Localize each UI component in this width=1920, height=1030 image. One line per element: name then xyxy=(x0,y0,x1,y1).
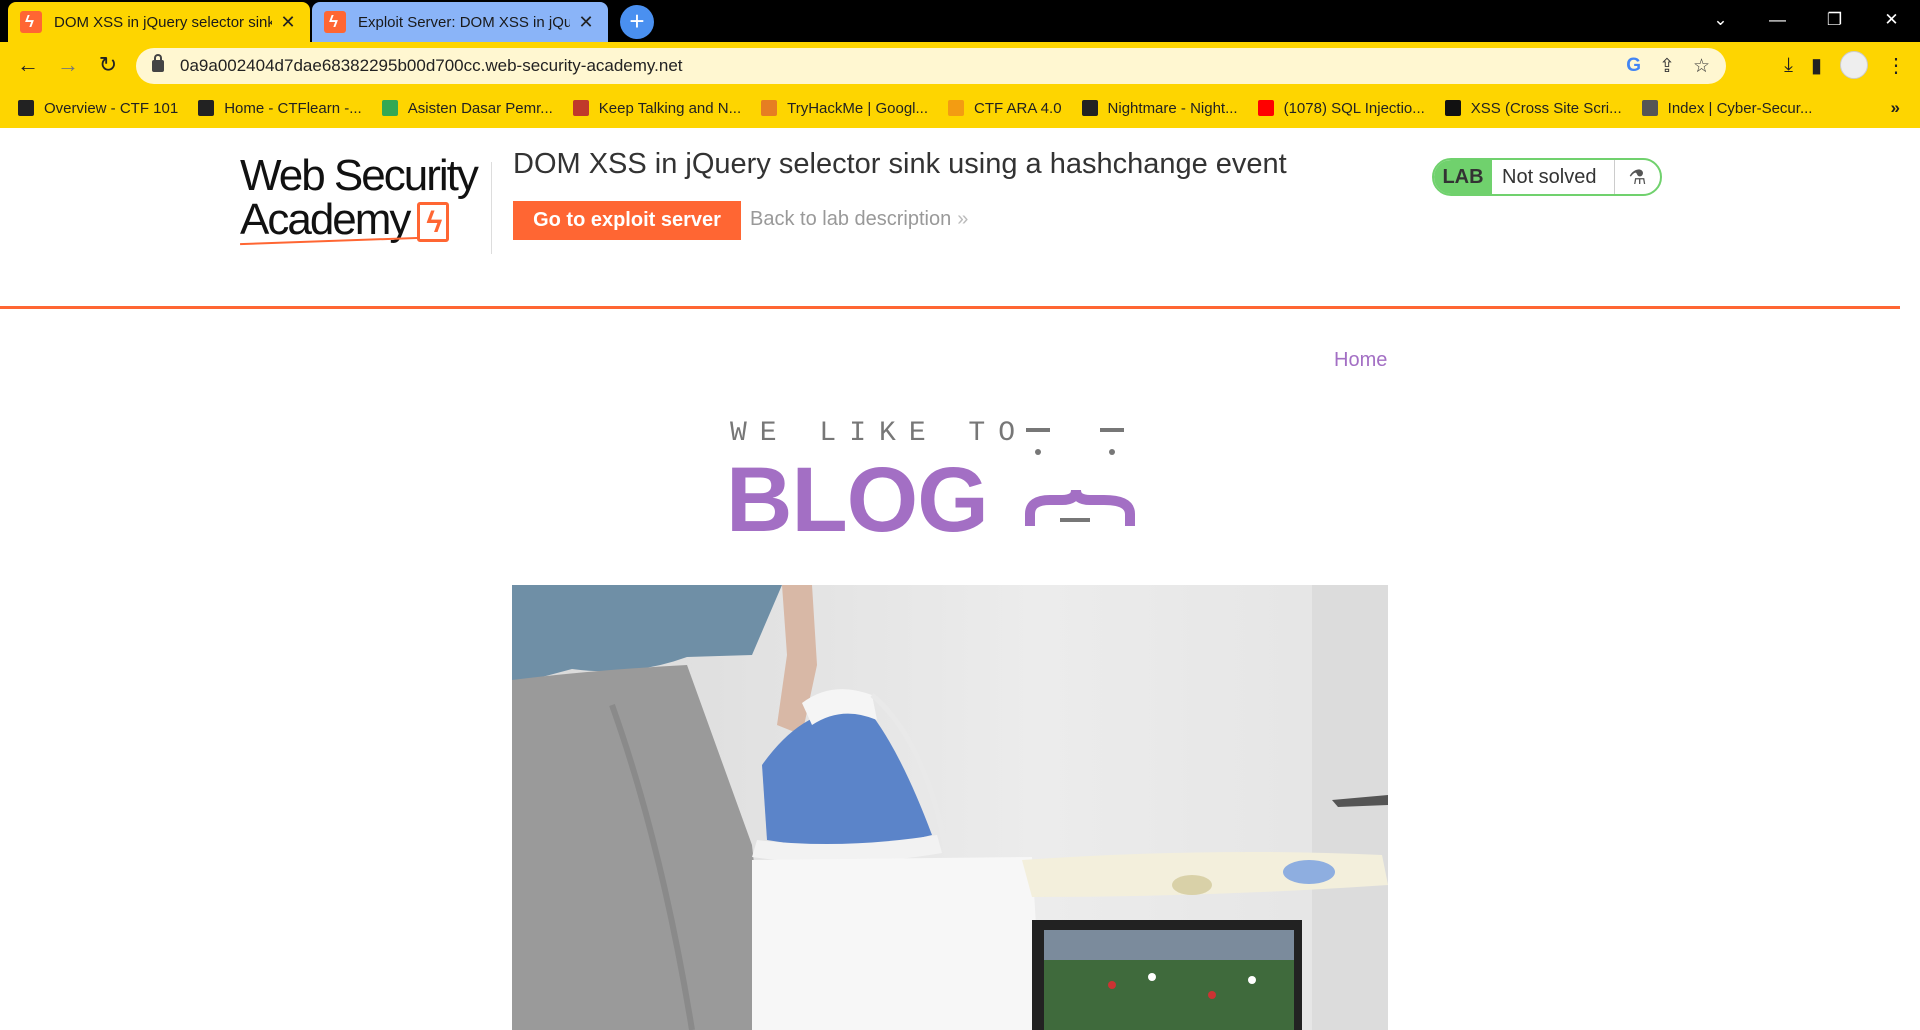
window-controls: ⌄ — ❐ ✕ xyxy=(1692,0,1920,40)
pin-icon xyxy=(948,100,964,116)
header-divider xyxy=(491,162,492,254)
header-rule xyxy=(0,306,1900,309)
youtube-icon xyxy=(1257,100,1274,116)
google-translate-icon[interactable]: G xyxy=(1626,55,1641,78)
globe-icon xyxy=(1641,100,1658,116)
new-tab-button[interactable]: + xyxy=(620,5,654,39)
bookmark-item[interactable]: Home - CTFlearn -... xyxy=(198,100,362,117)
bookmark-label: Overview - CTF 101 xyxy=(44,99,179,117)
blog-post-image[interactable] xyxy=(512,585,1388,1030)
lightning-bolt-icon xyxy=(417,202,450,243)
download-icon[interactable]: ⤓ xyxy=(1784,54,1793,77)
home-link[interactable]: Home xyxy=(1334,349,1387,372)
lab-title: DOM XSS in jQuery selector sink using a … xyxy=(513,148,1287,180)
bookmark-item[interactable]: Keep Talking and N... xyxy=(572,99,742,117)
ctf-icon xyxy=(198,100,215,116)
tab-title: DOM XSS in jQuery selector sink xyxy=(54,13,272,31)
bookmark-item[interactable]: TryHackMe | Googl... xyxy=(761,100,928,117)
forward-arrow-icon[interactable]: → xyxy=(52,49,84,81)
logo-text-line2: Academy xyxy=(240,195,411,244)
reload-icon[interactable]: ↻ xyxy=(92,49,124,81)
bookmark-label: Index | Cyber-Secur... xyxy=(1667,99,1813,117)
phone-icon xyxy=(1444,100,1461,116)
lab-badge: LAB xyxy=(1434,160,1492,194)
side-panel-icon[interactable]: ▮ xyxy=(1811,53,1822,78)
restore-icon[interactable]: ❐ xyxy=(1806,0,1863,40)
close-tab-icon[interactable]: ✕ xyxy=(278,12,298,33)
browser-toolbar: ← → ↻ 0a9a002404d7dae68382295b00d700cc.w… xyxy=(0,42,1920,88)
tab-lab[interactable]: DOM XSS in jQuery selector sink ✕ xyxy=(8,2,310,42)
ironing-photo xyxy=(512,585,1388,1030)
bookmark-item[interactable]: CTF ARA 4.0 xyxy=(948,100,1062,117)
bookmark-label: TryHackMe | Googl... xyxy=(787,99,928,117)
lock-icon[interactable] xyxy=(152,54,164,72)
blog-banner: WE LIKE TO BLOG xyxy=(726,418,1170,551)
share-icon[interactable]: ⇪ xyxy=(1659,55,1675,78)
close-window-icon[interactable]: ✕ xyxy=(1863,0,1920,40)
back-to-lab-description-link[interactable]: Back to lab description» xyxy=(750,208,968,231)
curly-face-icon xyxy=(1025,428,1135,526)
back-link-label: Back to lab description xyxy=(750,208,952,230)
bookmarks-overflow-icon[interactable]: » xyxy=(1891,98,1900,118)
bookmarks-bar: Overview - CTF 101 Home - CTFlearn -... As… xyxy=(0,88,1920,128)
menu-kebab-icon[interactable]: ⋮ xyxy=(1886,53,1906,78)
bookmark-label: (1078) SQL Injectio... xyxy=(1283,99,1425,117)
close-tab-icon[interactable]: ✕ xyxy=(576,12,596,33)
portswigger-favicon-icon xyxy=(20,11,42,33)
profile-avatar[interactable] xyxy=(1840,51,1868,79)
bookmark-label: Asisten Dasar Pemr... xyxy=(407,99,553,117)
bookmark-item[interactable]: Overview - CTF 101 xyxy=(18,100,178,117)
book-icon xyxy=(18,100,34,116)
bookmark-item[interactable]: Nightmare - Night... xyxy=(1081,99,1238,117)
back-arrow-icon[interactable]: ← xyxy=(12,49,44,81)
tab-title: Exploit Server: DOM XSS in jQuer xyxy=(358,13,570,31)
notebook-icon xyxy=(1081,100,1098,116)
logo-text-line1: Web Security xyxy=(240,151,479,200)
bookmark-item[interactable]: Index | Cyber-Secur... xyxy=(1641,99,1813,117)
minimize-icon[interactable]: — xyxy=(1749,0,1806,40)
portswigger-favicon-icon xyxy=(324,11,346,33)
bookmark-label: Keep Talking and N... xyxy=(598,99,742,117)
bookmark-item[interactable]: (1078) SQL Injectio... xyxy=(1257,99,1425,117)
banner-word: BLOG xyxy=(726,449,989,551)
lab-status-text: Not solved xyxy=(1502,165,1597,188)
tab-exploit-server[interactable]: Exploit Server: DOM XSS in jQuer ✕ xyxy=(312,2,608,42)
bookmark-label: XSS (Cross Site Scri... xyxy=(1470,99,1622,117)
bookmark-label: Home - CTFlearn -... xyxy=(224,99,362,117)
lab-status-widget: LAB Not solved ⚗ xyxy=(1432,158,1662,196)
url-text[interactable]: 0a9a002404d7dae68382295b00d700cc.web-sec… xyxy=(180,56,1626,76)
chevron-right-icon: » xyxy=(957,208,969,230)
bookmark-star-icon[interactable]: ☆ xyxy=(1693,55,1710,78)
banner-tagline: WE LIKE TO xyxy=(730,418,1029,449)
browser-tab-strip: DOM XSS in jQuery selector sink ✕ Exploi… xyxy=(0,0,1920,42)
tab-search-icon[interactable]: ⌄ xyxy=(1692,0,1749,40)
bookmark-label: Nightmare - Night... xyxy=(1107,99,1238,117)
toolbar-actions: ⤓ ▮ ⋮ xyxy=(1784,42,1920,88)
drive-icon xyxy=(381,100,398,116)
page-content: Web Security Academy DOM XSS in jQuery s… xyxy=(0,128,1920,1030)
bookmark-item[interactable]: Asisten Dasar Pemr... xyxy=(381,99,553,117)
cloud-icon xyxy=(761,100,778,116)
flask-icon: ⚗ xyxy=(1614,160,1660,194)
web-security-academy-logo[interactable]: Web Security Academy xyxy=(240,154,490,250)
bomb-icon xyxy=(572,100,589,116)
bookmark-item[interactable]: XSS (Cross Site Scri... xyxy=(1444,99,1622,117)
address-bar[interactable]: 0a9a002404d7dae68382295b00d700cc.web-sec… xyxy=(136,48,1726,84)
bookmark-label: CTF ARA 4.0 xyxy=(974,99,1062,117)
go-to-exploit-server-button[interactable]: Go to exploit server xyxy=(513,201,741,240)
